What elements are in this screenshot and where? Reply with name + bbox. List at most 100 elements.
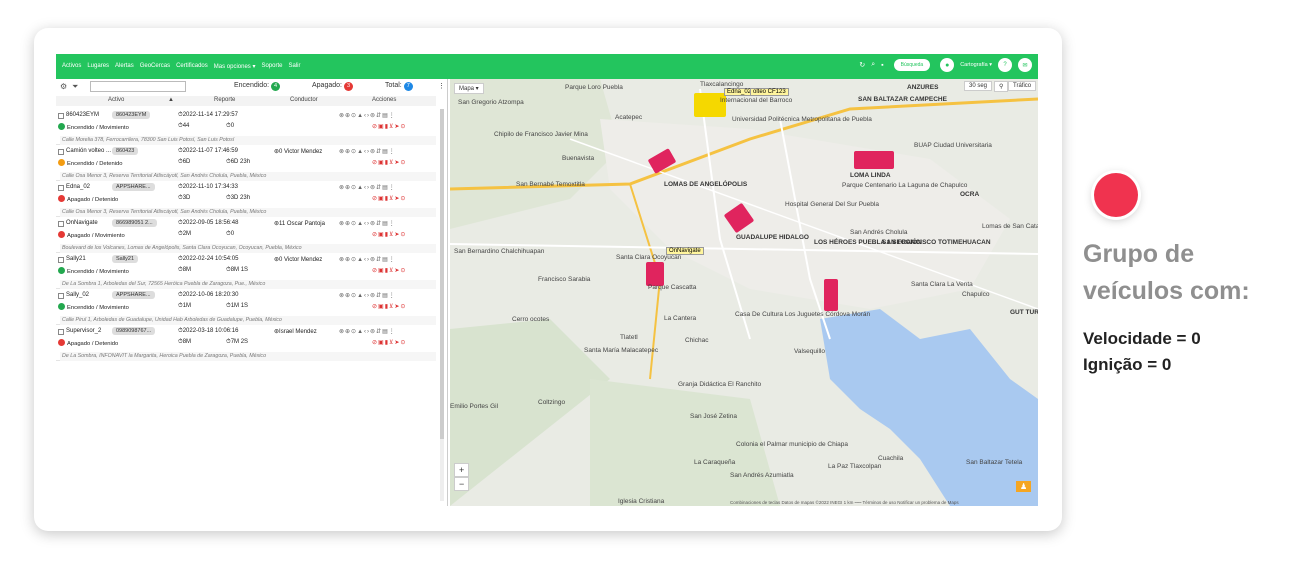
report-time: ⏱2022-11-07 17:46:59 <box>178 148 238 155</box>
list-scrollbar[interactable] <box>440 109 444 501</box>
vehicle-row[interactable]: Sally_02 APPSHARE... Encendido / Movimient… <box>56 289 436 325</box>
column-report[interactable]: Reporte <box>214 97 235 103</box>
vehicle-state: Apagado / Detenido <box>58 195 118 203</box>
vehicle-marker-2[interactable] <box>854 151 894 169</box>
cartography-dropdown[interactable]: Cartografía ▾ <box>960 62 992 68</box>
row-action-icons[interactable]: ⊗⊕⊙▲‹›⊚⇵▤⋮ <box>339 112 396 119</box>
sort-arrow-icon[interactable]: ▲ <box>168 97 174 103</box>
fleet-app: Activos Lugares Alertas GeoCercas Certificad… <box>56 54 1038 506</box>
speed-condition: Velocidade = 0 <box>1083 329 1201 348</box>
duration: ⏱7M 2S <box>226 339 248 346</box>
row-status-icons[interactable]: ⊘▣▮⊻➤⊙ <box>372 303 406 310</box>
map-view[interactable]: Mapa ▾ 30 seg ⚲ Tráfico Edna_02 olteo CF… <box>450 79 1038 506</box>
vehicle-state-text: Encendido / Movimiento <box>67 125 129 131</box>
filter-input[interactable] <box>90 81 186 92</box>
on-label: Encendido: <box>234 82 270 89</box>
duration-text: 0 <box>230 231 235 237</box>
map-place-label: Cerro ocotes <box>512 316 550 323</box>
vehicle-row[interactable]: Supervisor_2 0989098767... Apagado / Deten… <box>56 325 436 361</box>
driver[interactable]: ⊛0 Victor Mendez <box>274 256 322 263</box>
vehicle-label-volteo[interactable]: olteo CF123 <box>750 88 789 96</box>
row-status-icons[interactable]: ⊘▣▮⊻➤⊙ <box>372 159 406 166</box>
column-driver[interactable]: Conductor <box>290 97 318 103</box>
map-place-label: Casa De Cultura Los Juguetes Córdova Mor… <box>735 311 871 318</box>
filter-icon[interactable]: ⏷ <box>72 82 78 92</box>
refresh-icon[interactable]: ↻ <box>859 61 865 69</box>
traffic-button[interactable]: Tráfico <box>1008 81 1037 91</box>
menu-item-2[interactable]: Alertas <box>115 63 134 70</box>
menu-item-5[interactable]: Mas opciones ▾ <box>214 63 256 70</box>
vehicle-row[interactable]: 860423EYM 860423EYM Encendido / Movimiento… <box>56 109 436 145</box>
vehicle-name[interactable]: Supervisor_2 <box>66 328 101 334</box>
vehicle-row[interactable]: Edna_02 APPSHARE... Apagado / Detenido ⏱202… <box>56 181 436 217</box>
scrollbar-thumb[interactable] <box>440 109 444 439</box>
search-button[interactable]: Búsqueda <box>893 59 931 71</box>
map-place-label: Parque Loro Puebla <box>565 84 623 91</box>
vehicle-name[interactable]: Sally_02 <box>66 292 89 298</box>
map-type-button[interactable]: Mapa ▾ <box>454 83 484 94</box>
row-action-icons[interactable]: ⊗⊕⊙▲‹›⊚⇵▤⋮ <box>339 256 396 263</box>
search-icon[interactable]: ⌕ <box>871 61 875 69</box>
speed: ⏱3D <box>178 195 190 202</box>
duration-text: 3D 23h <box>230 195 251 201</box>
summary-row: ⚙ ⏷ Encendido: 4 Apagado: 3 Total: 7 ⋮ <box>56 79 447 94</box>
refresh-interval-button[interactable]: 30 seg <box>964 81 993 91</box>
row-status-icons[interactable]: ⊘▣▮⊻➤⊙ <box>372 267 406 274</box>
vehicle-name[interactable]: OnNavigate <box>66 220 98 226</box>
vehicle-row[interactable]: Camión volteo ... 860423 Encendido / Deten… <box>56 145 436 181</box>
help-icon[interactable]: ? <box>998 58 1012 72</box>
on-count-badge: 4 <box>271 82 281 91</box>
vehicle-name[interactable]: Edna_02 <box>66 184 90 190</box>
row-action-icons[interactable]: ⊗⊕⊙▲‹›⊚⇵▤⋮ <box>339 148 396 155</box>
row-status-icons[interactable]: ⊘▣▮⊻➤⊙ <box>372 123 406 130</box>
vehicle-name[interactable]: Camión volteo ... <box>66 148 111 154</box>
row-checkbox[interactable] <box>58 185 64 191</box>
zoom-out-button[interactable]: − <box>454 477 470 491</box>
driver[interactable]: ⊛Israel Mendez <box>274 328 317 335</box>
vehicle-marker-4[interactable] <box>824 279 838 311</box>
user-avatar-icon[interactable]: ● <box>940 58 955 72</box>
row-checkbox[interactable] <box>58 329 64 335</box>
row-action-icons[interactable]: ⊗⊕⊙▲‹›⊚⇵▤⋮ <box>339 292 396 299</box>
vehicle-name[interactable]: Sally21 <box>66 256 86 262</box>
vehicle-row[interactable]: Sally21 Sally21 Encendido / Movimiento ⏱202… <box>56 253 436 289</box>
menu-item-0[interactable]: Activos <box>62 63 81 70</box>
zoom-in-button[interactable]: + <box>454 463 470 477</box>
row-action-icons[interactable]: ⊗⊕⊙▲‹›⊚⇵▤⋮ <box>339 328 396 335</box>
row-checkbox[interactable] <box>58 149 64 155</box>
vehicle-state: Encendido / Detenido <box>58 159 122 167</box>
row-status-icons[interactable]: ⊘▣▮⊻➤⊙ <box>372 231 406 238</box>
row-action-icons[interactable]: ⊗⊕⊙▲‹›⊚⇵▤⋮ <box>339 220 396 227</box>
more-icon[interactable]: ⋮ <box>438 82 445 90</box>
report-time: ⏱2022-09-05 18:56:48 <box>178 220 238 227</box>
driver[interactable]: ⊛0 Victor Mendez <box>274 148 322 155</box>
row-checkbox[interactable] <box>58 257 64 263</box>
map-place-label: Hospital General Del Sur Puebla <box>785 201 879 208</box>
row-action-icons[interactable]: ⊗⊕⊙▲‹›⊚⇵▤⋮ <box>339 184 396 191</box>
location-pin-icon[interactable]: ⚲ <box>994 81 1009 92</box>
row-checkbox[interactable] <box>58 221 64 227</box>
row-status-icons[interactable]: ⊘▣▮⊻➤⊙ <box>372 195 406 202</box>
menu-item-1[interactable]: Lugares <box>87 63 109 70</box>
report-time-text: 2022-11-07 17:46:59 <box>182 148 238 154</box>
menu-item-6[interactable]: Soporte <box>261 63 282 70</box>
column-asset[interactable]: Activo <box>108 97 124 103</box>
menu-item-3[interactable]: GeoCercas <box>140 63 170 70</box>
row-checkbox[interactable] <box>58 113 64 119</box>
settings-icon[interactable]: ⚙ <box>60 82 67 91</box>
row-checkbox[interactable] <box>58 293 64 299</box>
mail-icon[interactable]: ✉ <box>1018 58 1032 72</box>
vehicle-name[interactable]: 860423EYM <box>66 112 99 118</box>
state-icon <box>58 195 65 202</box>
vehicle-row[interactable]: OnNavigate 866989051 2... Apagado / Movimi… <box>56 217 436 253</box>
side-title: Grupo de veículos com: <box>1083 240 1250 305</box>
vehicle-tag: Sally21 <box>112 255 139 263</box>
driver[interactable]: ⊛11 Oscar Pantoja <box>274 220 325 227</box>
vehicle-tag: APPSHARE... <box>112 183 155 191</box>
lock-icon[interactable]: ▪ <box>881 62 883 69</box>
menu-item-7[interactable]: Salir <box>288 63 300 70</box>
row-status-icons[interactable]: ⊘▣▮⊻➤⊙ <box>372 339 406 346</box>
menu-item-4[interactable]: Certificados <box>176 63 208 70</box>
street-view-icon[interactable]: ♟ <box>1016 481 1032 492</box>
vehicle-marker-onnavigate[interactable] <box>646 262 664 286</box>
